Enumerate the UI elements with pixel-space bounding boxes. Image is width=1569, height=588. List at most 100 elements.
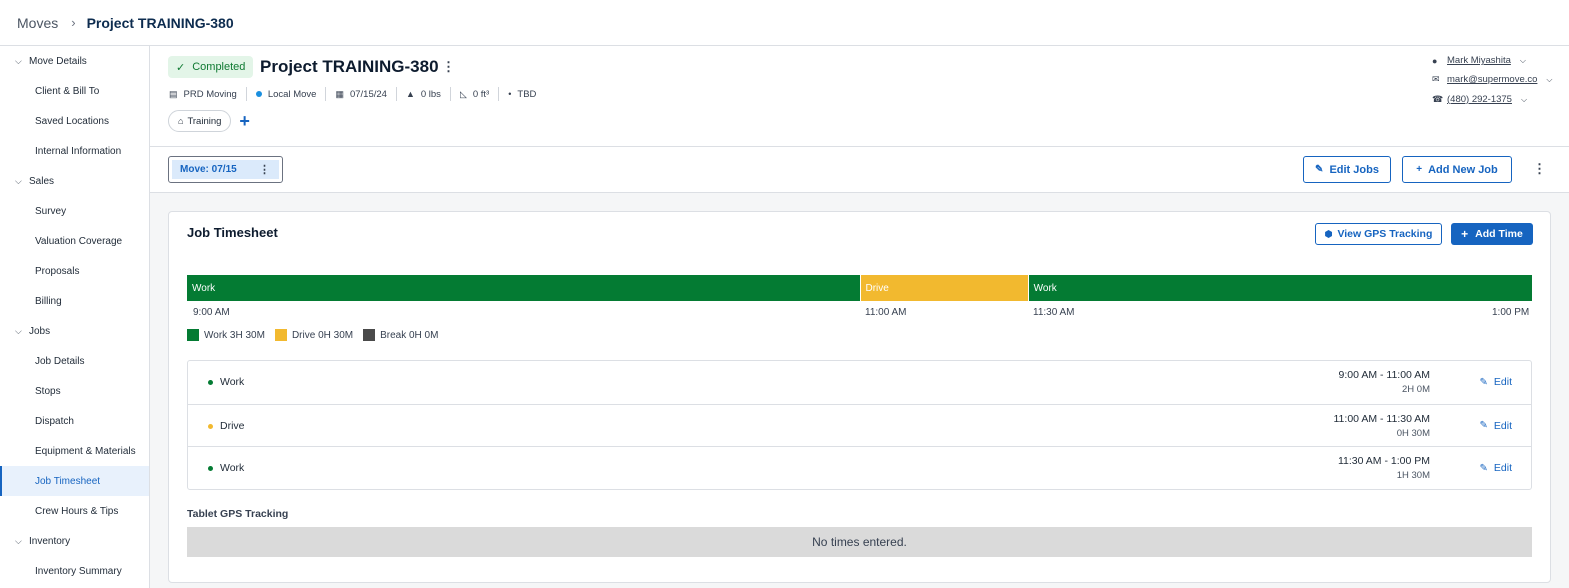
entry-range: 11:00 AM - 11:30 AM (1333, 412, 1431, 425)
chevron-right-icon: › (71, 15, 76, 30)
add-time-button[interactable]: + Add Time (1451, 223, 1533, 245)
sidebar-group-label: Inventory (29, 535, 71, 547)
sidebar-item-dispatch[interactable]: Dispatch (0, 406, 149, 436)
sidebar-group-move-details[interactable]: ⌵ Move Details (0, 46, 149, 76)
job-bar: Move: 07/15 ⋮ ✎ Edit Jobs + Add New Job ⋮ (150, 147, 1569, 193)
sidebar-group-label: Sales (29, 175, 55, 187)
sidebar-item-survey[interactable]: Survey (0, 196, 149, 226)
status-dot-icon (208, 380, 213, 385)
edit-jobs-button[interactable]: ✎ Edit Jobs (1303, 156, 1391, 183)
move-tab[interactable]: Move: 07/15 ⋮ (168, 156, 283, 183)
sidebar-item-job-details[interactable]: Job Details (0, 346, 149, 376)
edit-jobs-label: Edit Jobs (1329, 163, 1379, 176)
breadcrumb-moves[interactable]: Moves (17, 15, 58, 31)
legend-label: Break 0H 0M (380, 329, 439, 341)
plus-icon: + (1416, 164, 1423, 175)
gps-section-title: Tablet GPS Tracking (187, 508, 289, 520)
contact-phone-link[interactable]: (480) 292-1375 (1447, 94, 1512, 105)
add-new-job-label: Add New Job (1428, 163, 1498, 176)
graduation-cap-icon: ⌂ (178, 116, 184, 126)
sidebar-item-client-bill-to[interactable]: Client & Bill To (0, 76, 149, 106)
edit-label: Edit (1493, 462, 1512, 475)
phone-icon: ☎ (1432, 94, 1444, 104)
ruler-icon: ◺ (459, 88, 467, 99)
contact-email[interactable]: ✉ mark@supermove.co ⌵ (1432, 74, 1553, 85)
sidebar-group-jobs[interactable]: ⌵ Jobs (0, 316, 149, 346)
status-dot-icon (208, 423, 213, 429)
view-gps-label: View GPS Tracking (1337, 228, 1433, 240)
legend-swatch (274, 329, 287, 341)
chevron-down-icon: ⌵ (1519, 55, 1526, 65)
timeline-tick: 9:00 AM (193, 307, 230, 318)
plus-icon: + (1461, 227, 1469, 241)
timeline-segment-drive: Drive (859, 275, 1028, 301)
sidebar-item-billing[interactable]: Billing (0, 286, 149, 316)
move-date: 07/15/24 (349, 88, 387, 100)
check-icon: ✓ (176, 61, 186, 74)
move-tab-label: Move: 07/15 (180, 164, 237, 175)
timeline-tick: 11:00 AM (865, 307, 907, 318)
sidebar-item-internal-information[interactable]: Internal Information (0, 136, 149, 166)
more-options-icon[interactable]: ⋮ (1533, 161, 1546, 177)
timeline-bar: Work Drive Work (187, 275, 1532, 301)
sidebar-group-label: Jobs (29, 325, 51, 337)
edit-entry-button[interactable]: ✎ Edit (1480, 420, 1512, 432)
sidebar-item-saved-locations[interactable]: Saved Locations (0, 106, 149, 136)
sidebar-item-valuation-coverage[interactable]: Valuation Coverage (0, 226, 149, 256)
add-new-job-button[interactable]: + Add New Job (1402, 156, 1512, 183)
timesheet-entries: Work 9:00 AM - 11:00 AM 2H 0M ✎ Edit Driv… (187, 360, 1532, 490)
add-tag-button[interactable]: + (239, 112, 250, 130)
move-type-dot-icon (255, 91, 262, 97)
view-gps-tracking-button[interactable]: ⬢ View GPS Tracking (1315, 223, 1442, 245)
legend-item-break: Break 0H 0M (363, 329, 438, 341)
entry-range: 9:00 AM - 11:00 AM (1338, 369, 1430, 381)
chevron-down-icon: ⌵ (15, 535, 22, 546)
main-content: ✓ Completed Project TRAINING-380 ⋮ ▤ PRD … (150, 46, 1569, 588)
calendar-icon: ▦ (335, 88, 344, 99)
more-options-icon[interactable]: ⋮ (259, 163, 270, 176)
sidebar-item-inventory-summary[interactable]: Inventory Summary (0, 556, 149, 586)
content-area: Job Timesheet ⬢ View GPS Tracking + Add Ti… (150, 193, 1569, 588)
sidebar-item-job-timesheet[interactable]: Job Timesheet (0, 466, 149, 496)
chevron-down-icon: ⌵ (15, 175, 22, 186)
meta-weight: ▲ 0 lbs (395, 87, 450, 101)
sidebar: ⌵ Move Details Client & Bill To Saved Loc… (0, 46, 150, 588)
timeline-tick: 11:30 AM (1033, 307, 1075, 318)
sidebar-item-stops[interactable]: Stops (0, 376, 149, 406)
building-icon: ▤ (169, 88, 178, 99)
sidebar-item-equipment-materials[interactable]: Equipment & Materials (0, 436, 149, 466)
weight-icon: ▲ (405, 89, 415, 99)
legend-item-work: Work 3H 30M (187, 329, 265, 341)
timeline-tick: 1:00 PM (1492, 307, 1530, 318)
tag-label: Training (187, 115, 222, 127)
status-label: Completed (192, 61, 246, 73)
entry-label: Work (220, 376, 245, 388)
legend-swatch (363, 329, 376, 341)
meta-move-type: Local Move (245, 87, 326, 101)
sidebar-item-crew-hours-tips[interactable]: Crew Hours & Tips (0, 496, 149, 526)
contact-name[interactable]: ● Mark Miyashita ⌵ (1432, 55, 1526, 66)
contact-email-link[interactable]: mark@supermove.co (1447, 74, 1537, 85)
chevron-down-icon: ⌵ (15, 55, 22, 66)
sidebar-group-inventory[interactable]: ⌵ Inventory (0, 526, 149, 556)
pencil-icon: ✎ (1315, 164, 1324, 175)
timesheet-entry: Drive 11:00 AM - 11:30 AM 0H 30M ✎ Edit (188, 403, 1531, 447)
meta-date: ▦ 07/15/24 (325, 87, 396, 101)
chevron-down-icon: ⌵ (1520, 94, 1528, 104)
sidebar-item-proposals[interactable]: Proposals (0, 256, 149, 286)
segment-label: Work (1033, 282, 1057, 294)
more-options-icon[interactable]: ⋮ (442, 59, 455, 75)
edit-entry-button[interactable]: ✎ Edit (1480, 462, 1512, 474)
gps-empty-state: No times entered. (187, 527, 1532, 557)
sidebar-group-sales[interactable]: ⌵ Sales (0, 166, 149, 196)
project-meta: ▤ PRD Moving Local Move ▦ 07/15/24 ▲ 0 lbs … (169, 87, 545, 101)
add-time-label: Add Time (1475, 228, 1523, 240)
timeline-segment-work: Work (1027, 275, 1532, 301)
entry-duration: 2H 0M (1402, 384, 1430, 395)
contact-phone[interactable]: ☎ (480) 292-1375 ⌵ (1432, 94, 1527, 105)
tag-training[interactable]: ⌂ Training (168, 110, 232, 132)
status-dot-icon (208, 466, 213, 472)
contact-name-link[interactable]: Mark Miyashita (1447, 55, 1511, 66)
edit-entry-button[interactable]: ✎ Edit (1480, 376, 1512, 388)
page-title: Project TRAINING-380 (260, 57, 439, 76)
